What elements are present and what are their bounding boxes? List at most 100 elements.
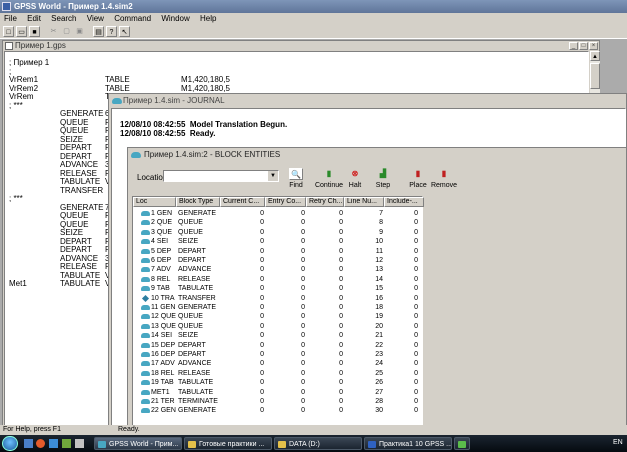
column-header-block-type[interactable]: Block Type (176, 197, 220, 207)
table-cell: QUEUE (178, 219, 203, 227)
table-row[interactable]: 21 TER TERMINATE 0 0 0 28 0 (133, 397, 424, 406)
column-header-line-number[interactable]: Line Nu... (344, 197, 384, 207)
table-row[interactable]: 7 ADV ADVANCE 0 0 0 13 0 (133, 265, 424, 274)
menu-edit[interactable]: Edit (23, 14, 45, 23)
scroll-thumb[interactable] (590, 63, 600, 89)
table-row[interactable]: 4 SEI SEIZE 0 0 0 10 0 (133, 237, 424, 246)
menu-file[interactable]: File (0, 14, 21, 23)
task-practice1[interactable]: Практика1 10 GPSS ... (364, 437, 452, 450)
table-row[interactable]: 19 TAB TABULATE 0 0 0 26 0 (133, 378, 424, 387)
block-cloud-icon (141, 248, 150, 254)
table-cell: 0 (301, 266, 305, 274)
task-data-drive[interactable]: DATA (D:) (274, 437, 362, 450)
maximize-icon[interactable]: □ (579, 42, 588, 50)
media-player-icon[interactable] (49, 439, 58, 448)
table-cell: 0 (260, 341, 264, 349)
block-entities-table[interactable]: Loc Block Type Current C... Entry Co... … (132, 196, 424, 427)
table-cell: RELEASE (178, 275, 211, 283)
document-icon (5, 42, 13, 50)
copy-icon[interactable]: ▢ (61, 26, 72, 37)
block-window-title-bar[interactable]: Пример 1.4.sim:2 - BLOCK ENTITIES (128, 148, 626, 161)
table-row[interactable]: 15 DEP DEPART 0 0 0 22 0 (133, 341, 424, 350)
print-icon[interactable]: ▤ (93, 26, 104, 37)
menu-command[interactable]: Command (110, 14, 155, 23)
chevron-down-icon[interactable]: ▼ (268, 171, 278, 181)
table-cell: 0 (414, 285, 418, 293)
table-cell: GENERATE (178, 407, 216, 415)
table-row[interactable]: 5 DEP DEPART 0 0 0 11 0 (133, 247, 424, 256)
new-file-icon[interactable]: □ (3, 26, 14, 37)
table-row[interactable]: 16 DEP DEPART 0 0 0 23 0 (133, 350, 424, 359)
location-dropdown[interactable]: ▼ (163, 170, 279, 182)
paste-icon[interactable]: ▣ (74, 26, 85, 37)
browser-icon[interactable] (36, 439, 45, 448)
task-ready-practices[interactable]: Готовые практики ... (184, 437, 272, 450)
table-cell: 0 (260, 219, 264, 227)
column-header-entry-count[interactable]: Entry Co... (265, 197, 306, 207)
task-gpss-world[interactable]: GPSS World - Прим... (94, 437, 182, 450)
halt-button[interactable]: ⊗ Halt (340, 168, 370, 189)
table-row[interactable]: 2 QUE QUEUE 0 0 0 8 0 (133, 218, 424, 227)
menu-window[interactable]: Window (157, 14, 193, 23)
start-button-icon[interactable] (2, 436, 18, 451)
table-row[interactable]: 18 REL RELEASE 0 0 0 25 0 (133, 369, 424, 378)
journal-title-bar[interactable]: Пример 1.4.sim - JOURNAL (109, 94, 626, 107)
code-operation: TRANSFER (60, 185, 104, 195)
help-icon[interactable]: ? (106, 26, 117, 37)
table-cell: 0 (414, 228, 418, 236)
table-row[interactable]: 14 SEI SEIZE 0 0 0 21 0 (133, 331, 424, 340)
table-cell: 0 (414, 351, 418, 358)
table-row[interactable]: 12 QUE QUEUE 0 0 0 19 0 (133, 312, 424, 321)
table-cell: 0 (339, 285, 343, 293)
table-row[interactable]: 3 QUE QUEUE 0 0 0 9 0 (133, 228, 424, 237)
task-extra[interactable] (454, 437, 470, 450)
table-row[interactable]: 9 TAB TABULATE 0 0 0 15 0 (133, 284, 424, 293)
app-title-bar[interactable]: GPSS World - Пример 1.4.sim2 (0, 0, 627, 13)
table-row[interactable]: 6 DEP DEPART 0 0 0 12 0 (133, 256, 424, 265)
table-cell: 0 (301, 379, 305, 387)
table-cell: 16 (375, 294, 383, 302)
column-header-loc[interactable]: Loc (133, 197, 176, 207)
language-indicator[interactable]: EN (613, 439, 623, 446)
minimize-icon[interactable]: _ (569, 42, 578, 50)
table-cell: 0 (301, 351, 305, 358)
column-header-retry-chain[interactable]: Retry Ch... (306, 197, 344, 207)
menu-search[interactable]: Search (47, 14, 80, 23)
step-button[interactable]: ▟ Step (368, 168, 398, 189)
quick-launch-icon-2[interactable] (75, 439, 84, 448)
table-row[interactable]: MET1 TABULATE 0 0 0 27 0 (133, 388, 424, 397)
show-desktop-icon[interactable] (24, 439, 33, 448)
table-cell: 28 (375, 398, 383, 405)
table-cell: 0 (414, 238, 418, 246)
scroll-up-icon[interactable]: ▲ (590, 51, 600, 61)
table-row[interactable]: 1 GEN GENERATE 0 0 0 7 0 (133, 209, 424, 218)
cut-icon[interactable]: ✂ (48, 26, 59, 37)
save-icon[interactable]: ■ (29, 26, 40, 37)
taskbar: GPSS World - Прим... Готовые практики ..… (0, 435, 627, 452)
context-help-icon[interactable]: ↖ (119, 26, 130, 37)
table-cell: 11 (375, 247, 383, 255)
table-row[interactable]: 22 GEN GENERATE 0 0 0 30 0 (133, 406, 424, 415)
table-row[interactable]: 13 QUE QUEUE 0 0 0 20 0 (133, 322, 424, 331)
table-row[interactable]: 10 TRA TRANSFER 0 0 0 16 0 (133, 294, 424, 303)
remove-button[interactable]: ▮ Remove (429, 168, 459, 189)
table-cell: 0 (414, 398, 418, 405)
column-header-include[interactable]: Include-... (384, 197, 424, 207)
gps-window-title-bar[interactable]: Пример 1.gps _ □ × (3, 41, 599, 51)
quick-launch-icon[interactable] (62, 439, 71, 448)
table-row[interactable]: 11 GEN GENERATE 0 0 0 18 0 (133, 303, 424, 312)
open-folder-icon[interactable]: ▭ (16, 26, 27, 37)
halt-icon: ⊗ (351, 169, 359, 178)
column-header-current-count[interactable]: Current C... (220, 197, 265, 207)
close-icon[interactable]: × (589, 42, 598, 50)
table-cell: 0 (260, 313, 264, 321)
menu-help[interactable]: Help (196, 14, 220, 23)
table-cell: 0 (260, 332, 264, 340)
menu-view[interactable]: View (83, 14, 108, 23)
table-cell: 0 (414, 247, 418, 255)
find-button[interactable]: 🔍 Find (281, 168, 311, 189)
table-cell: 0 (260, 304, 264, 311)
table-row[interactable]: 17 ADV ADVANCE 0 0 0 24 0 (133, 359, 424, 368)
table-row[interactable]: 8 REL RELEASE 0 0 0 14 0 (133, 275, 424, 284)
block-entities-window[interactable]: Пример 1.4.sim:2 - BLOCK ENTITIES Locati… (127, 147, 627, 427)
